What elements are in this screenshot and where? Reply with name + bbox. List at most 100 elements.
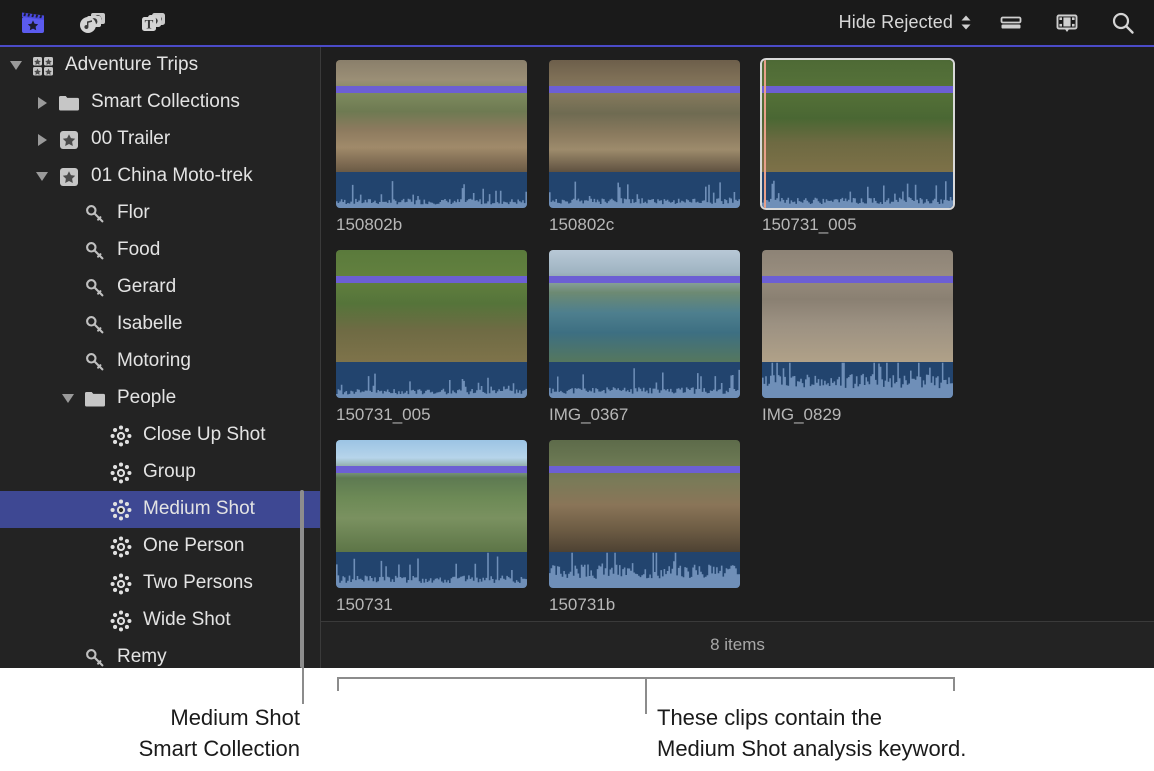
sidebar-item-group[interactable]: Group — [0, 454, 320, 491]
skimmer-playhead[interactable] — [764, 60, 766, 208]
clip-item[interactable]: 150802c — [549, 60, 740, 235]
triangle-glyph — [36, 172, 48, 181]
disclosure-triangle-right-icon[interactable] — [34, 132, 50, 148]
clip-item[interactable]: 150731 — [336, 440, 527, 615]
disclosure-spacer — [86, 502, 102, 518]
sidebar-item-food[interactable]: Food — [0, 232, 320, 269]
clip-item[interactable]: 150802b — [336, 60, 527, 235]
disclosure-spacer — [86, 613, 102, 629]
clip-name-label: 150731_005 — [336, 405, 527, 425]
sidebar-item-isabelle[interactable]: Isabelle — [0, 306, 320, 343]
sidebar-item-label: Wide Shot — [143, 609, 231, 632]
keyword-marker-bar[interactable] — [336, 86, 527, 93]
sidebar-item-label: Motoring — [117, 350, 191, 373]
search-icon[interactable] — [1106, 8, 1140, 38]
sidebar-item-label: Smart Collections — [91, 91, 240, 114]
keyword-marker-bar[interactable] — [549, 466, 740, 473]
libraries-sidebar[interactable]: Adventure Trips Smart Collections 00 Trail… — [0, 47, 320, 668]
disclosure-spacer — [86, 539, 102, 555]
svg-text:T: T — [145, 16, 154, 31]
keyword-marker-bar[interactable] — [336, 466, 527, 473]
clip-thumbnail — [549, 60, 740, 172]
libraries-icon[interactable] — [16, 8, 50, 38]
titles-generators-icon[interactable]: T — [136, 8, 170, 38]
sidebar-item-two-persons[interactable]: Two Persons — [0, 565, 320, 602]
sidebar-item-one-person[interactable]: One Person — [0, 528, 320, 565]
analysis-keyword-icon — [108, 461, 134, 485]
clip-filmstrip[interactable] — [336, 250, 527, 398]
disclosure-triangle-down-icon[interactable] — [8, 58, 24, 74]
keyword-icon — [82, 313, 108, 337]
clip-name-label: IMG_0367 — [549, 405, 740, 425]
sidebar-item-label: One Person — [143, 535, 244, 558]
clip-filmstrip[interactable] — [762, 60, 953, 208]
clip-item[interactable]: IMG_0367 — [549, 250, 740, 425]
clip-name-label: 150731b — [549, 595, 740, 615]
sidebar-scrollbar[interactable] — [300, 490, 304, 668]
sidebar-item-gerard[interactable]: Gerard — [0, 269, 320, 306]
analysis-keyword-icon — [108, 572, 134, 596]
disclosure-spacer — [60, 243, 76, 259]
keyword-marker-bar[interactable] — [549, 86, 740, 93]
browser-toolbar: T Hide Rejected — [0, 0, 1154, 45]
sidebar-item-remy[interactable]: Remy — [0, 639, 320, 668]
sidebar-item-medium-shot[interactable]: Medium Shot — [0, 491, 320, 528]
disclosure-triangle-down-icon[interactable] — [34, 169, 50, 185]
clip-filmstrip[interactable] — [549, 60, 740, 208]
sidebar-item-label: Two Persons — [143, 572, 253, 595]
sidebar-item-00-trailer[interactable]: 00 Trailer — [0, 121, 320, 158]
sidebar-item-label: Remy — [117, 646, 167, 668]
triangle-glyph — [38, 97, 47, 109]
clip-thumbnail — [762, 250, 953, 362]
clip-browser[interactable]: 150802b150802c150731_005150731_005IMG_03… — [321, 47, 1154, 621]
sidebar-item-motoring[interactable]: Motoring — [0, 343, 320, 380]
audio-waveform — [336, 362, 527, 398]
sidebar-item-people[interactable]: People — [0, 380, 320, 417]
clip-item[interactable]: IMG_0829 — [762, 250, 953, 425]
filmstrip-view-icon[interactable] — [1050, 8, 1084, 38]
analysis-keyword-icon — [108, 609, 134, 633]
callout-right-text: These clips contain the Medium Shot anal… — [657, 702, 1127, 764]
sidebar-item-wide-shot[interactable]: Wide Shot — [0, 602, 320, 639]
sidebar-item-label: People — [117, 387, 176, 410]
event-star-icon — [56, 165, 82, 189]
clip-thumbnail — [549, 250, 740, 362]
sidebar-item-flor[interactable]: Flor — [0, 195, 320, 232]
keyword-marker-bar[interactable] — [762, 86, 953, 93]
sidebar-item-01-china-moto-trek[interactable]: 01 China Moto-trek — [0, 158, 320, 195]
callout-bracket-right — [953, 677, 955, 691]
sidebar-item-adventure-trips[interactable]: Adventure Trips — [0, 47, 320, 84]
keyword-icon — [82, 202, 108, 226]
disclosure-spacer — [86, 428, 102, 444]
sidebar-item-smart-collections[interactable]: Smart Collections — [0, 84, 320, 121]
clip-filmstrip[interactable] — [336, 440, 527, 588]
audio-waveform — [549, 172, 740, 208]
keyword-marker-bar[interactable] — [336, 276, 527, 283]
audio-waveform — [549, 362, 740, 398]
audio-waveform — [762, 362, 953, 398]
disclosure-spacer — [60, 354, 76, 370]
keyword-icon — [82, 350, 108, 374]
clip-item[interactable]: 150731_005 — [336, 250, 527, 425]
clip-filmstrip[interactable] — [336, 60, 527, 208]
clip-filmstrip[interactable] — [549, 440, 740, 588]
disclosure-triangle-right-icon[interactable] — [34, 95, 50, 111]
keyword-marker-bar[interactable] — [762, 276, 953, 283]
clip-filmstrip[interactable] — [762, 250, 953, 398]
keyword-icon — [82, 276, 108, 300]
sidebar-item-close-up-shot[interactable]: Close Up Shot — [0, 417, 320, 454]
clip-item[interactable]: 150731b — [549, 440, 740, 615]
list-view-icon[interactable] — [994, 8, 1028, 38]
filter-popup-label: Hide Rejected — [839, 12, 953, 33]
photos-audio-icon[interactable] — [76, 8, 110, 38]
folder-icon — [56, 91, 82, 115]
disclosure-spacer — [60, 280, 76, 296]
clip-filmstrip[interactable] — [549, 250, 740, 398]
clip-thumbnail — [549, 440, 740, 552]
filter-popup-button[interactable]: Hide Rejected — [839, 12, 972, 33]
analysis-keyword-icon — [108, 498, 134, 522]
disclosure-triangle-down-icon[interactable] — [60, 391, 76, 407]
clip-item[interactable]: 150731_005 — [762, 60, 953, 235]
keyword-marker-bar[interactable] — [549, 276, 740, 283]
event-star-icon — [56, 128, 82, 152]
